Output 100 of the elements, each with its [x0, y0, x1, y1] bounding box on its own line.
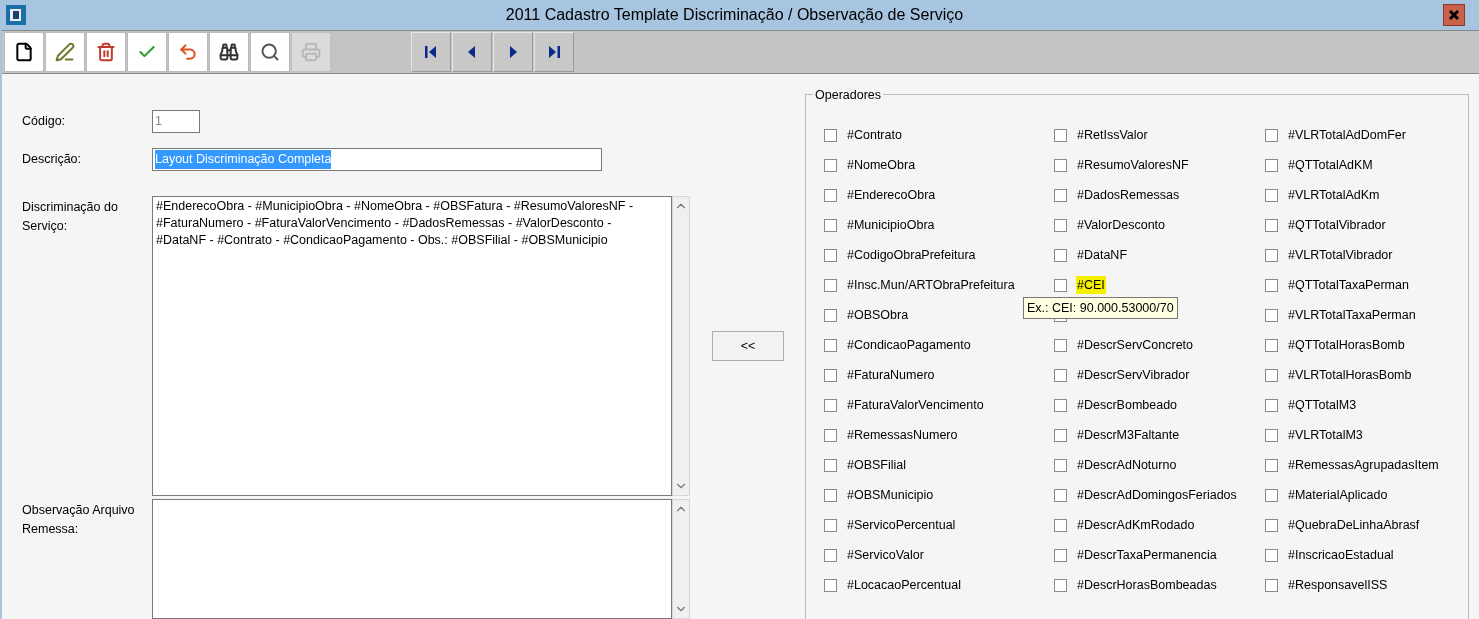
checkbox[interactable]	[824, 548, 837, 562]
checkbox[interactable]	[1265, 518, 1278, 532]
operator-label[interactable]: #MunicipioObra	[846, 215, 936, 235]
checkbox[interactable]	[824, 398, 837, 412]
operator-label[interactable]: #VLRTotalVibrador	[1287, 245, 1394, 265]
first-record-button[interactable]	[411, 32, 451, 72]
operator-label[interactable]: #FaturaNumero	[846, 365, 936, 385]
checkbox[interactable]	[824, 518, 837, 532]
operator-label[interactable]: #MaterialAplicado	[1287, 485, 1389, 505]
operator-label[interactable]: #DescrAdKmRodado	[1076, 515, 1196, 535]
operator-label[interactable]: #QTTotalHorasBomb	[1287, 335, 1406, 355]
checkbox[interactable]	[1054, 518, 1067, 532]
operator-label[interactable]: #RetIssValor	[1076, 125, 1149, 145]
checkbox[interactable]	[1265, 248, 1278, 262]
checkbox[interactable]	[1265, 128, 1278, 142]
operator-label[interactable]: #Contrato	[846, 125, 903, 145]
operator-label[interactable]: #DescrServVibrador	[1076, 365, 1191, 385]
scrollbar[interactable]	[672, 499, 690, 619]
operator-label[interactable]: #RemessasNumero	[846, 425, 959, 445]
text-area[interactable]	[152, 195, 672, 496]
operator-label[interactable]: #OBSFilial	[846, 455, 908, 475]
operator-label[interactable]: #InscricaoEstadual	[1287, 545, 1395, 565]
checkbox[interactable]	[824, 218, 837, 232]
checkbox[interactable]	[824, 458, 837, 472]
checkbox[interactable]	[1054, 398, 1067, 412]
operator-label[interactable]: #OBSMunicipio	[846, 485, 935, 505]
checkbox[interactable]	[824, 188, 837, 202]
close-button[interactable]	[1443, 4, 1465, 26]
checkbox[interactable]	[1054, 188, 1067, 202]
scrollbar[interactable]	[672, 195, 690, 496]
checkbox[interactable]	[1054, 278, 1067, 292]
code-field[interactable]: 1	[152, 110, 200, 133]
checkbox[interactable]	[824, 578, 837, 592]
operator-label[interactable]: #DescrM3Faltante	[1076, 425, 1181, 445]
checkbox[interactable]	[1265, 218, 1278, 232]
checkbox[interactable]	[1265, 278, 1278, 292]
checkbox[interactable]	[824, 128, 837, 142]
operator-label[interactable]: #ResponsavelISS	[1287, 575, 1389, 595]
operator-label[interactable]: #QuebraDeLinhaAbrasf	[1287, 515, 1421, 535]
checkbox[interactable]	[1054, 338, 1067, 352]
checkbox[interactable]	[1054, 248, 1067, 262]
checkbox[interactable]	[1265, 458, 1278, 472]
new-button[interactable]	[4, 32, 44, 72]
operator-label[interactable]: #DescrHorasBombeadas	[1076, 575, 1218, 595]
operator-label[interactable]: #CondicaoPagamento	[846, 335, 972, 355]
operator-label[interactable]: #CEI	[1076, 275, 1106, 295]
checkbox[interactable]	[824, 338, 837, 352]
checkbox[interactable]	[1054, 218, 1067, 232]
edit-button[interactable]	[45, 32, 85, 72]
operator-label[interactable]: #EnderecoObra	[846, 185, 937, 205]
operator-label[interactable]: #DescrServConcreto	[1076, 335, 1194, 355]
operator-label[interactable]: #FaturaValorVencimento	[846, 395, 985, 415]
next-record-button[interactable]	[493, 32, 533, 72]
checkbox[interactable]	[1265, 158, 1278, 172]
operator-label[interactable]: #DadosRemessas	[1076, 185, 1181, 205]
find-button[interactable]	[209, 32, 249, 72]
checkbox[interactable]	[1054, 458, 1067, 472]
operator-label[interactable]: #ResumoValoresNF	[1076, 155, 1190, 175]
operator-label[interactable]: #VLRTotalHorasBomb	[1287, 365, 1413, 385]
checkbox[interactable]	[1054, 128, 1067, 142]
text-area[interactable]	[152, 499, 672, 619]
checkbox[interactable]	[824, 488, 837, 502]
checkbox[interactable]	[1054, 158, 1067, 172]
operator-label[interactable]: #ServicoPercentual	[846, 515, 957, 535]
operator-label[interactable]: #DescrAdNoturno	[1076, 455, 1178, 475]
operator-label[interactable]: #QTTotalVibrador	[1287, 215, 1387, 235]
operator-label[interactable]: #DescrBombeado	[1076, 395, 1179, 415]
checkbox[interactable]	[1265, 368, 1278, 382]
operator-label[interactable]: #NomeObra	[846, 155, 917, 175]
operator-label[interactable]: #QTTotalTaxaPerman	[1287, 275, 1410, 295]
operator-label[interactable]: #CodigoObraPrefeitura	[846, 245, 977, 265]
operator-label[interactable]: #DescrAdDomingosFeriados	[1076, 485, 1238, 505]
operator-label[interactable]: #Insc.Mun/ARTObraPrefeitura	[846, 275, 1016, 295]
checkbox[interactable]	[1265, 488, 1278, 502]
checkbox[interactable]	[1054, 548, 1067, 562]
checkbox[interactable]	[1265, 578, 1278, 592]
checkbox[interactable]	[824, 278, 837, 292]
operator-label[interactable]: #LocacaoPercentual	[846, 575, 962, 595]
checkbox[interactable]	[824, 158, 837, 172]
checkbox[interactable]	[1265, 398, 1278, 412]
search-button[interactable]	[250, 32, 290, 72]
checkbox[interactable]	[1054, 578, 1067, 592]
operator-label[interactable]: #ServicoValor	[846, 545, 925, 565]
operator-label[interactable]: #DescrTaxaPermanencia	[1076, 545, 1218, 565]
operator-label[interactable]: #VLRTotalTaxaPerman	[1287, 305, 1417, 325]
operator-label[interactable]: #OBSObra	[846, 305, 910, 325]
prev-record-button[interactable]	[452, 32, 492, 72]
operator-label[interactable]: #VLRTotalAdDomFer	[1287, 125, 1407, 145]
add-operator-button[interactable]: <<	[712, 331, 784, 361]
operator-label[interactable]: #RemessasAgrupadasItem	[1287, 455, 1440, 475]
checkbox[interactable]	[824, 368, 837, 382]
operator-label[interactable]: #DataNF	[1076, 245, 1129, 265]
checkbox[interactable]	[824, 248, 837, 262]
delete-button[interactable]	[86, 32, 126, 72]
checkbox[interactable]	[1265, 428, 1278, 442]
operator-label[interactable]: #VLRTotalAdKm	[1287, 185, 1381, 205]
checkbox[interactable]	[824, 308, 837, 322]
checkbox[interactable]	[1054, 368, 1067, 382]
operator-label[interactable]: #VLRTotalM3	[1287, 425, 1364, 445]
operator-label[interactable]: #QTTotalM3	[1287, 395, 1358, 415]
